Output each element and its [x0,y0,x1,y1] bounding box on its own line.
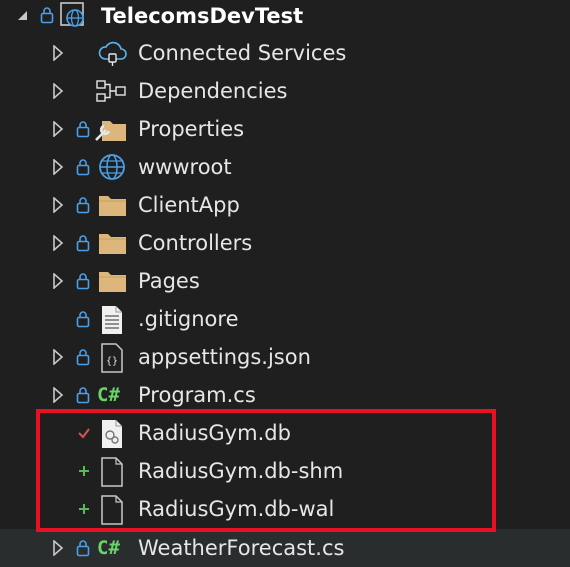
tree-item-label: Connected Services [138,41,347,65]
tree-item-gitignore[interactable]: .gitignore [0,300,570,338]
tree-item-label: .gitignore [138,307,239,331]
expanded-arrow-icon[interactable] [17,10,29,22]
tree-item-label: RadiusGym.db-wal [138,497,335,521]
tree-item-radiusgym-db[interactable]: RadiusGym.db [0,414,570,452]
lock-icon [76,311,90,328]
tree-item-label: Dependencies [138,79,288,103]
project-name: TelecomsDevTest [101,4,304,28]
folder-icon [99,272,126,292]
tree-item-controllers[interactable]: Controllers [0,224,570,262]
properties-folder-wrench-icon [95,121,126,141]
database-file-icon [102,420,122,448]
csharp-file-icon: C# [97,537,120,559]
connected-services-icon [98,41,127,66]
globe-icon [99,154,125,180]
tree-item-label: Pages [138,269,200,293]
collapsed-arrow-icon[interactable] [52,273,64,289]
lock-icon [76,159,90,176]
tree-item-label: Controllers [138,231,253,255]
tree-item-label: WeatherForecast.cs [138,536,345,560]
collapsed-arrow-icon[interactable] [52,540,64,556]
tree-item-program-cs[interactable]: C# Program.cs [0,376,570,414]
tree-item-label: RadiusGym.db [138,421,291,445]
tree-item-label: Properties [138,117,245,141]
csharp-file-icon: C# [97,384,120,406]
solution-explorer-tree: TelecomsDevTest Connected Services Depen… [0,0,570,567]
tree-item-label: wwwroot [138,155,232,179]
json-file-icon: {} [101,343,123,373]
tree-item-label: appsettings.json [138,345,311,369]
lock-icon [76,349,90,366]
collapsed-arrow-icon[interactable] [52,197,64,213]
lock-icon [76,121,90,138]
tree-item-appsettings[interactable]: {} appsettings.json [0,338,570,376]
tree-item-wwwroot[interactable]: wwwroot [0,148,570,186]
lock-icon [76,540,90,557]
collapsed-arrow-icon[interactable] [52,83,64,99]
tree-item-radiusgym-db-wal[interactable]: RadiusGym.db-wal [0,490,570,528]
text-file-icon [102,306,122,334]
folder-icon [99,234,126,254]
lock-icon [40,7,54,24]
lock-icon [76,273,90,290]
tree-item-label: RadiusGym.db-shm [138,459,344,483]
tree-item-properties[interactable]: Properties [0,110,570,148]
lock-icon [76,197,90,214]
dependencies-icon [96,80,126,102]
tree-item-label: Program.cs [138,383,256,407]
json-glyph: {} [106,356,118,367]
folder-icon [99,196,126,216]
collapsed-arrow-icon[interactable] [52,349,64,365]
collapsed-arrow-icon[interactable] [52,121,64,137]
tree-item-weatherforecast-cs[interactable]: C# WeatherForecast.cs [0,529,570,567]
web-project-icon [60,2,84,27]
tree-item-radiusgym-db-shm[interactable]: RadiusGym.db-shm [0,452,570,490]
project-node[interactable]: TelecomsDevTest [0,0,570,35]
collapsed-arrow-icon[interactable] [52,387,64,403]
plus-added-icon [79,504,89,514]
collapsed-arrow-icon[interactable] [52,235,64,251]
lock-icon [76,235,90,252]
tree-item-connected-services[interactable]: Connected Services [0,34,570,72]
tree-item-label: ClientApp [138,193,240,217]
collapsed-arrow-icon[interactable] [52,45,64,61]
tree-item-pages[interactable]: Pages [0,262,570,300]
checkmark-modified-icon [78,428,90,439]
plus-added-icon [79,466,89,476]
file-icon [101,457,123,487]
tree-item-dependencies[interactable]: Dependencies [0,72,570,110]
lock-icon [76,387,90,404]
tree-item-clientapp[interactable]: ClientApp [0,186,570,224]
file-icon [101,495,123,525]
collapsed-arrow-icon[interactable] [52,159,64,175]
